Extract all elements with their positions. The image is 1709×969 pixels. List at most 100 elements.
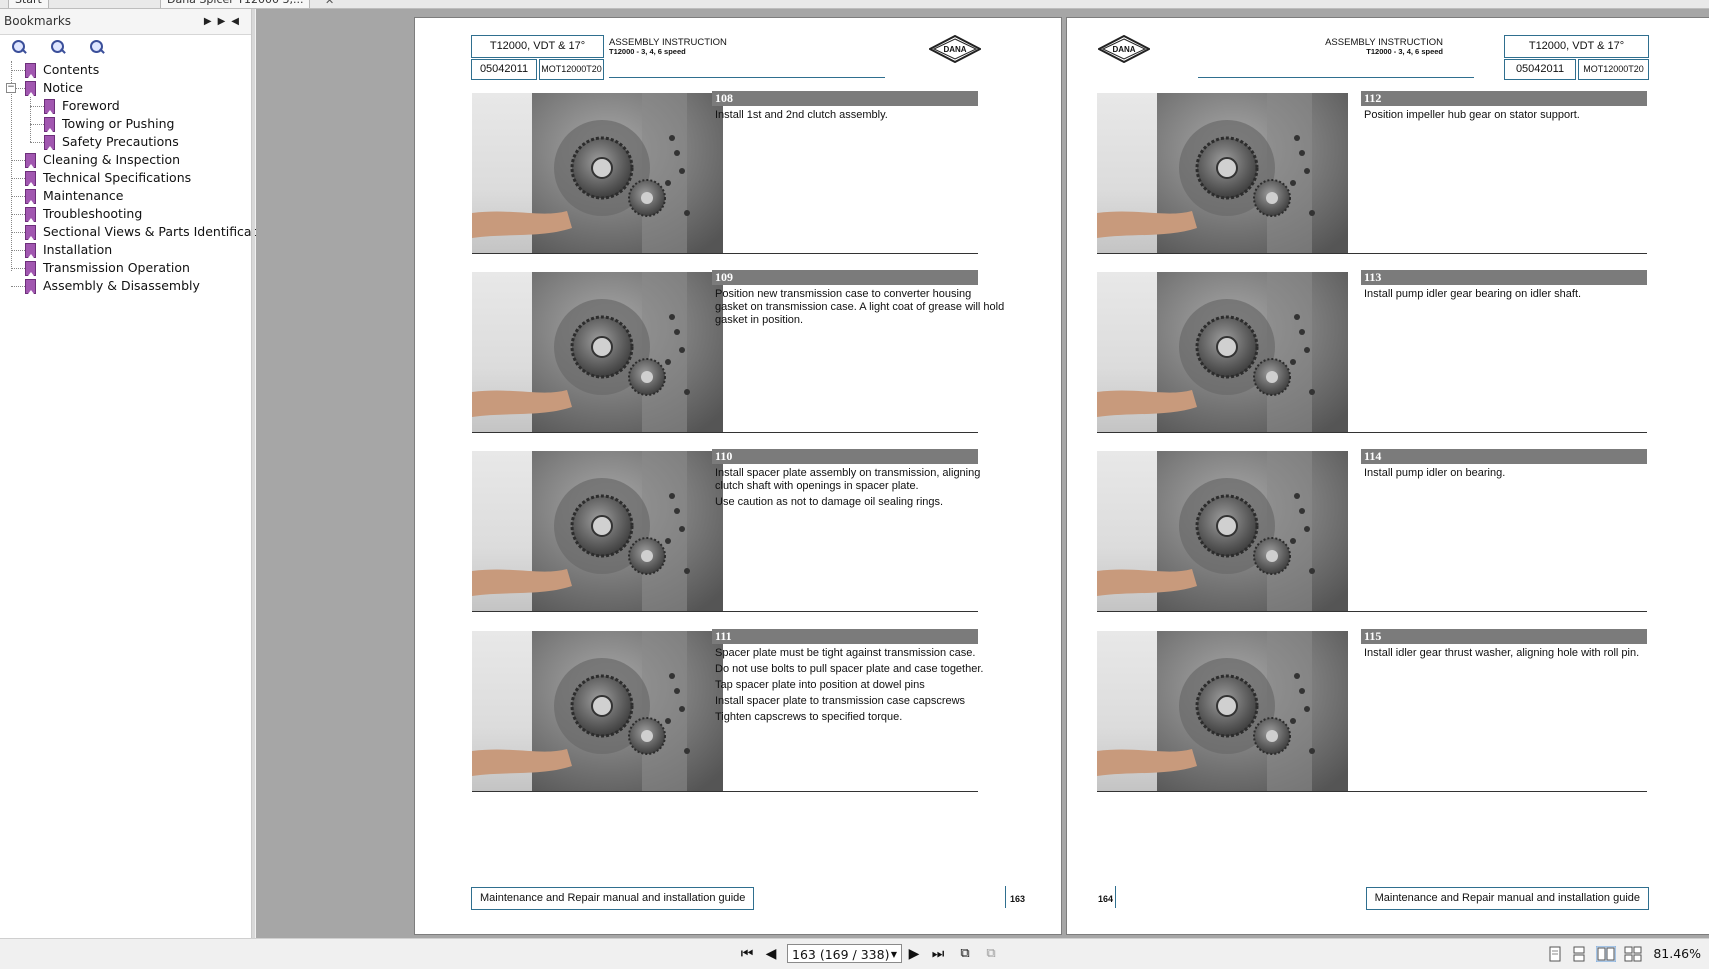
step-photo (472, 272, 723, 432)
step-text: Position new transmission case to conver… (715, 288, 1005, 326)
chevron-down-icon[interactable]: ▼ (891, 945, 897, 964)
step-photo (1097, 93, 1348, 253)
page-footer: Maintenance and Repair manual and instal… (471, 887, 755, 910)
next-page-icon[interactable]: ▶ (906, 945, 922, 963)
step-photo (472, 631, 723, 791)
find-next-bookmark-icon[interactable] (49, 39, 66, 55)
previous-page-icon[interactable]: ◀ (763, 945, 779, 963)
bookmark-contents[interactable]: Contents (0, 61, 251, 79)
document-viewer[interactable]: T12000, VDT & 17° 05042011 MOT12000T20 A… (256, 9, 1709, 938)
step-photo (1097, 451, 1348, 611)
step-number: 110 (712, 449, 978, 464)
bookmark-sectional-views[interactable]: Sectional Views & Parts Identification (0, 223, 276, 241)
bookmarks-panel: Bookmarks ▶▶◀ Contents − Notice Foreword (0, 9, 276, 938)
bookmarks-header: Bookmarks ▶▶◀ (0, 9, 251, 35)
step-number: 114 (1361, 449, 1647, 464)
header-doc-date: 05042011 (471, 59, 537, 80)
collapse-node-icon[interactable]: − (6, 83, 16, 93)
bookmark-maintenance[interactable]: Maintenance (0, 187, 251, 205)
header-model: T12000, VDT & 17° (471, 35, 604, 58)
page-number: 164 (1098, 894, 1114, 904)
page-footer: Maintenance and Repair manual and instal… (1365, 887, 1649, 910)
bookmark-cleaning-inspection[interactable]: Cleaning & Inspection (0, 151, 251, 169)
bookmark-technical-specifications[interactable]: Technical Specifications (0, 169, 251, 187)
bookmark-notice[interactable]: − Notice (0, 79, 251, 97)
page-indicator: 163 (169 / 338) (792, 947, 890, 962)
single-page-view-icon[interactable] (1548, 946, 1562, 962)
step-text: Install pump idler on bearing. (1364, 467, 1506, 479)
header-doc-date: 05042011 (1504, 59, 1576, 80)
page-right: DANA ASSEMBLY INSTRUCTION T12000 - 3, 4,… (1066, 17, 1709, 935)
step-number: 109 (712, 270, 978, 285)
logo-text: DANA (943, 45, 966, 54)
previous-view-icon[interactable]: ⧉ (956, 945, 974, 963)
step-number: 115 (1361, 629, 1647, 644)
bookmark-icon (25, 207, 36, 222)
step-text: Position impeller hub gear on stator sup… (1364, 109, 1580, 121)
step-photo (1097, 272, 1348, 432)
bookmark-icon (25, 171, 36, 186)
bookmark-icon (44, 135, 55, 150)
bookmark-icon (44, 117, 55, 132)
bookmark-safety-precautions[interactable]: Safety Precautions (0, 133, 251, 151)
step-text: Install idler gear thrust washer, aligni… (1364, 647, 1640, 659)
step-text: Install pump idler gear bearing on idler… (1364, 288, 1582, 300)
bookmark-icon (25, 279, 36, 294)
header-subsection: T12000 - 3, 4, 6 speed (609, 47, 686, 56)
step-number: 113 (1361, 270, 1647, 285)
logo-text: DANA (1112, 45, 1135, 54)
tab-document[interactable]: Dana Spicer T12000 3,... (160, 0, 311, 8)
find-previous-bookmark-icon[interactable] (88, 39, 106, 55)
facing-pages-view-icon[interactable] (1596, 946, 1616, 962)
bookmarks-title: Bookmarks (4, 14, 72, 28)
collapse-panel-icon[interactable]: ◀ (231, 16, 245, 27)
bookmark-tree: Contents − Notice Foreword Towing or Pus… (0, 61, 276, 295)
navigation-bar: ⏮ ◀ 163 (169 / 338) ▼ ▶ ⏭ ⧉ ⧉ 81.46% (0, 938, 1709, 969)
continuous-view-icon[interactable] (1572, 946, 1586, 962)
dana-logo: DANA (1098, 35, 1150, 63)
next-view-icon[interactable]: ⧉ (982, 945, 1000, 963)
tab-start[interactable]: Start (8, 0, 49, 8)
first-page-icon[interactable]: ⏮ (738, 945, 756, 963)
step-photo (1097, 631, 1348, 791)
step-photo (472, 93, 723, 253)
bookmark-icon (25, 189, 36, 204)
find-bookmark-icon[interactable] (10, 39, 27, 55)
step-number: 111 (712, 629, 978, 644)
dana-logo: DANA (929, 35, 981, 63)
bookmark-icon (25, 261, 36, 276)
bookmark-assembly-disassembly[interactable]: Assembly & Disassembly (0, 277, 251, 295)
header-doc-code: MOT12000T20 (539, 59, 604, 80)
header-model: T12000, VDT & 17° (1504, 35, 1649, 58)
expand-panel-icon[interactable]: ▶▶ (204, 16, 231, 27)
step-text: Install spacer plate assembly on transmi… (715, 467, 981, 508)
page-left: T12000, VDT & 17° 05042011 MOT12000T20 A… (414, 17, 1062, 935)
step-number: 112 (1361, 91, 1647, 106)
bookmark-towing-or-pushing[interactable]: Towing or Pushing (0, 115, 251, 133)
bookmark-icon (25, 153, 36, 168)
step-text: Spacer plate must be tight against trans… (715, 647, 984, 723)
bookmark-troubleshooting[interactable]: Troubleshooting (0, 205, 251, 223)
bookmark-installation[interactable]: Installation (0, 241, 251, 259)
bookmarks-toolbar (0, 35, 251, 61)
step-text: Install 1st and 2nd clutch assembly. (715, 109, 888, 121)
step-number: 108 (712, 91, 978, 106)
bookmark-icon (44, 99, 55, 114)
last-page-icon[interactable]: ⏭ (929, 945, 947, 963)
panel-splitter[interactable] (252, 9, 255, 938)
tab-strip: Start Dana Spicer T12000 3,... ✕ (0, 0, 1709, 9)
bookmark-transmission-operation[interactable]: Transmission Operation (0, 259, 251, 277)
bookmark-icon (25, 225, 36, 240)
bookmark-icon (25, 63, 36, 78)
header-subsection: T12000 - 3, 4, 6 speed (1366, 47, 1443, 56)
page-selector[interactable]: 163 (169 / 338) ▼ (787, 944, 902, 963)
close-icon[interactable]: ✕ (325, 0, 334, 7)
header-doc-code: MOT12000T20 (1578, 59, 1649, 80)
step-photo (472, 451, 723, 611)
bookmark-icon (25, 243, 36, 258)
page-number: 163 (1010, 894, 1026, 904)
zoom-level[interactable]: 81.46% (1653, 946, 1701, 961)
bookmark-icon (25, 81, 36, 96)
continuous-facing-view-icon[interactable] (1624, 946, 1642, 962)
bookmark-foreword[interactable]: Foreword (0, 97, 251, 115)
